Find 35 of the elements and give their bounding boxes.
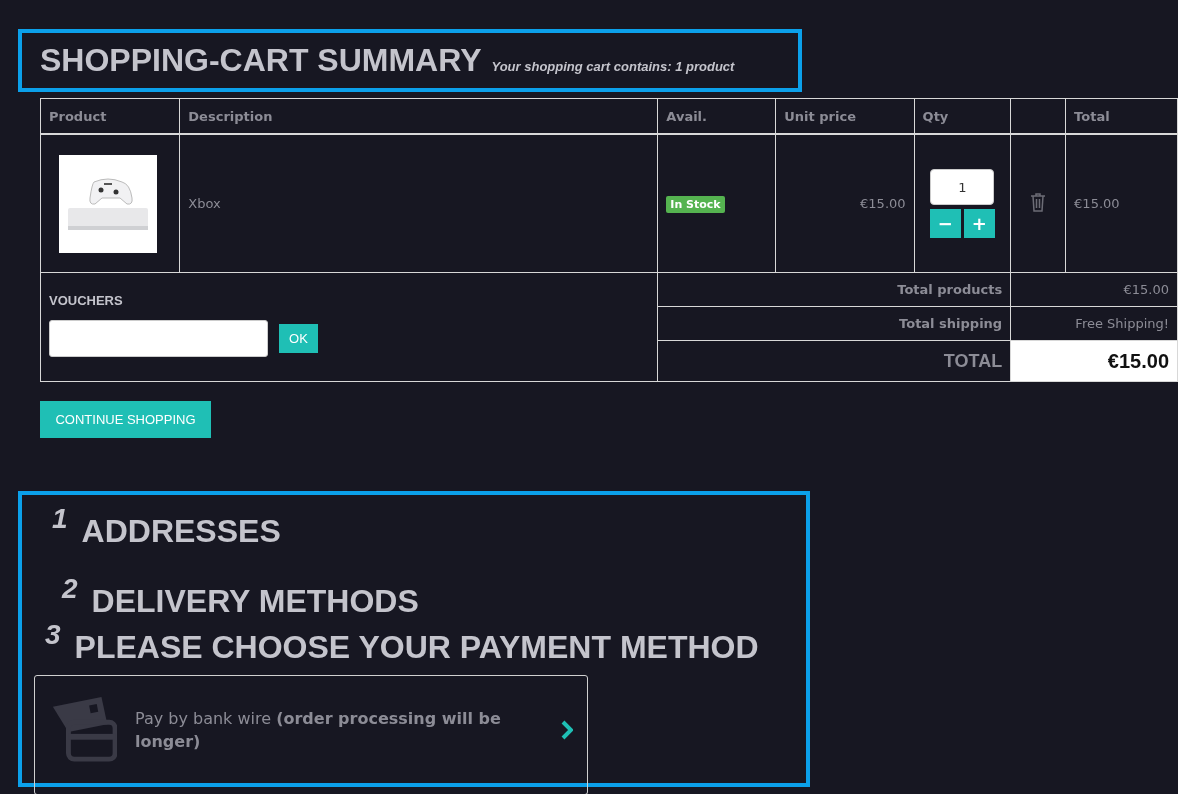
page-title: SHOPPING-CART SUMMARY [40, 42, 482, 79]
payment-option-card[interactable]: Pay by bank wire (order processing will be longer) [34, 675, 588, 794]
step-heading: PLEASE CHOOSE YOUR PAYMENT METHOD [74, 629, 759, 666]
cart-count-text: Your shopping cart contains: 1 product [491, 59, 735, 74]
step-heading: ADDRESSES [81, 513, 281, 550]
vouchers-heading: VOUCHERS [49, 293, 124, 308]
trash-icon[interactable] [1030, 192, 1047, 212]
summary-value: Free Shipping! [1075, 316, 1169, 331]
step-number: 2 [62, 573, 78, 605]
product-name: Xbox [188, 196, 221, 211]
line-total: €15.00 [1074, 196, 1120, 211]
column-header: Avail. [666, 108, 707, 124]
ok-button[interactable]: OK [279, 324, 318, 353]
unit-price: €15.00 [860, 196, 906, 211]
stock-label: In Stock [666, 196, 725, 213]
column-header: Description [188, 108, 273, 124]
payment-option-text: Pay by bank wire (order processing will be longer) [135, 708, 502, 753]
summary-label: Total shipping [899, 316, 1003, 331]
quantity-field[interactable]: 1 [930, 169, 995, 205]
column-header: Product [49, 108, 107, 124]
decrease-button[interactable]: − [929, 209, 961, 238]
total-label: TOTAL [943, 350, 1003, 371]
summary-value: €15.00 [1123, 282, 1169, 297]
step-heading: DELIVERY METHODS [91, 583, 419, 620]
column-header: Qty [922, 108, 949, 124]
continue-shopping-button[interactable]: CONTINUE SHOPPING [40, 401, 211, 438]
summary-label: Total products [897, 282, 1003, 297]
voucher-field[interactable] [49, 320, 268, 357]
chevron-right-icon [561, 720, 573, 740]
step-number: 3 [45, 619, 61, 651]
increase-button[interactable]: + [963, 209, 995, 238]
step-number: 1 [52, 503, 68, 535]
grand-total-cell: €15.00 [1010, 340, 1178, 382]
column-header: Total [1074, 108, 1110, 124]
column-header: Unit price [784, 108, 856, 124]
